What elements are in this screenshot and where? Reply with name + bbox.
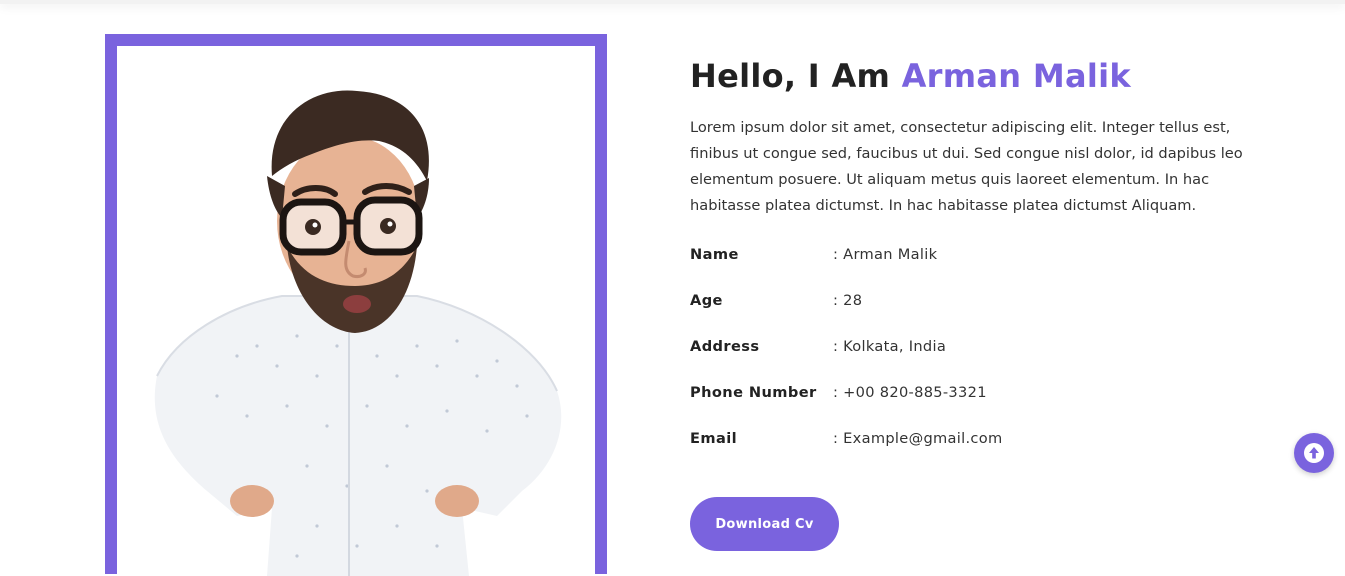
title-name: Arman Malik: [901, 57, 1131, 95]
info-label: Age: [690, 292, 723, 309]
profile-photo: [117, 46, 595, 576]
info-list: Name : Arman Malik Age : 28 Address : Ko…: [690, 246, 1250, 476]
info-label: Name: [690, 246, 739, 263]
info-value: : Example@gmail.com: [833, 430, 1003, 447]
info-label: Address: [690, 338, 760, 355]
info-value: : Kolkata, India: [833, 338, 947, 355]
info-row-address: Address : Kolkata, India: [690, 338, 1250, 384]
info-row-email: Email : Example@gmail.com: [690, 430, 1250, 476]
arrow-up-circle-icon: [1304, 443, 1324, 463]
header-shadow-bar: [0, 0, 1345, 4]
info-row-phone: Phone Number : +00 820-885-3321: [690, 384, 1250, 430]
info-label: Email: [690, 430, 738, 447]
info-row-age: Age : 28: [690, 292, 1250, 338]
bio-paragraph: Lorem ipsum dolor sit amet, consectetur …: [690, 119, 1243, 214]
info-label: Phone Number: [690, 384, 817, 401]
title-greeting: Hello, I Am: [690, 57, 902, 95]
info-value: : Arman Malik: [833, 246, 938, 263]
info-value: : +00 820-885-3321: [833, 384, 987, 401]
page-title: Hello, I Am Arman Malik: [690, 55, 1250, 97]
scroll-to-top-button[interactable]: [1294, 433, 1334, 473]
info-value: : 28: [833, 292, 863, 309]
download-cv-button[interactable]: Download Cv: [690, 497, 839, 551]
about-content: Hello, I Am Arman Malik Lorem ipsum dolo…: [690, 55, 1250, 476]
profile-photo-frame: [105, 34, 607, 576]
info-row-name: Name : Arman Malik: [690, 246, 1250, 292]
